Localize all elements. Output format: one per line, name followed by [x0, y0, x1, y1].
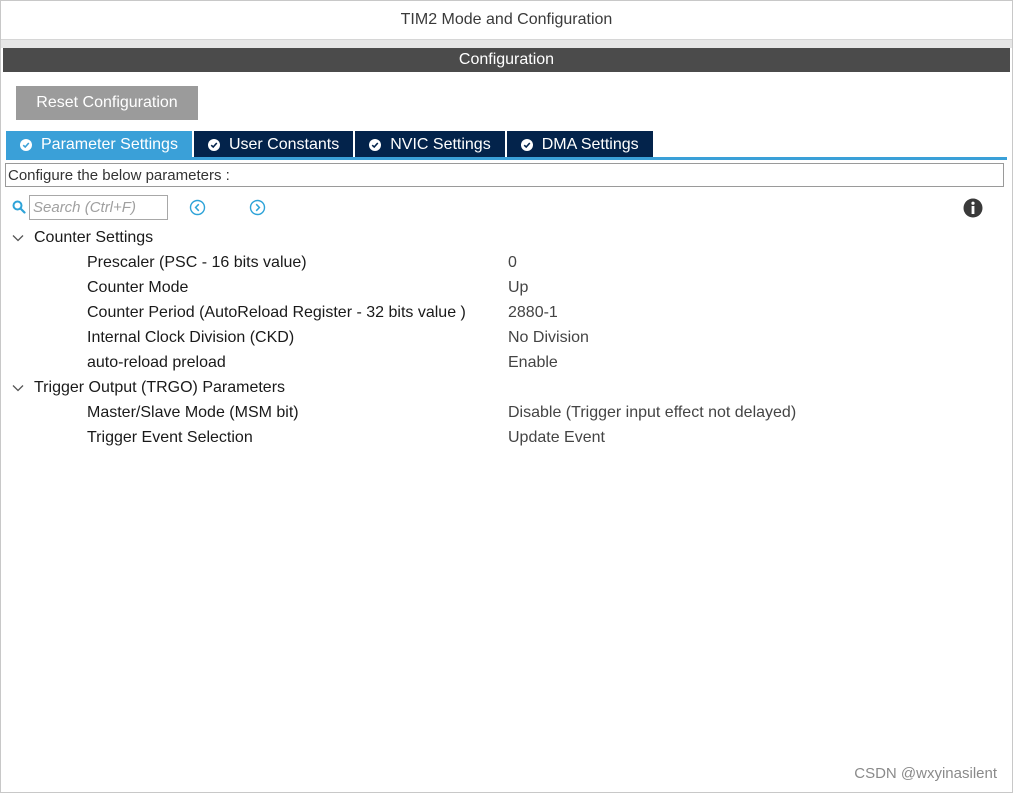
info-icon[interactable] [963, 198, 983, 218]
chevron-down-icon [12, 235, 24, 242]
group-label: Trigger Output (TRGO) Parameters [34, 379, 286, 396]
param-row-master-slave-mode[interactable]: Master/Slave Mode (MSM bit) Disable (Tri… [1, 402, 1001, 424]
param-value: Disable (Trigger input effect not delaye… [508, 404, 797, 421]
group-counter-settings[interactable]: Counter Settings [11, 227, 153, 249]
param-name: Internal Clock Division (CKD) [87, 329, 295, 346]
check-circle-icon [207, 138, 220, 151]
tab-label: Parameter Settings [41, 135, 178, 153]
param-name: Counter Period (AutoReload Register - 32… [87, 304, 466, 321]
tab-dma-settings[interactable]: DMA Settings [506, 131, 653, 158]
param-value: 0 [508, 254, 517, 271]
param-value: No Division [508, 329, 589, 346]
tab-label: DMA Settings [541, 135, 639, 153]
param-name: Master/Slave Mode (MSM bit) [87, 404, 299, 421]
param-value: Update Event [508, 429, 605, 446]
check-circle-icon [369, 138, 382, 151]
chevron-down-icon [12, 385, 24, 392]
window-title: TIM2 Mode and Configuration [1, 1, 1012, 40]
param-value: Enable [508, 354, 558, 371]
watermark: CSDN @wxyinasilent [854, 765, 997, 782]
param-name: Trigger Event Selection [87, 429, 253, 446]
param-row-counter-period[interactable]: Counter Period (AutoReload Register - 32… [1, 302, 1001, 324]
mode-configuration-panel: TIM2 Mode and Configuration Configuratio… [0, 0, 1013, 793]
tab-user-constants[interactable]: User Constants [193, 131, 354, 158]
group-label: Counter Settings [34, 229, 154, 246]
param-value: Up [508, 279, 529, 296]
param-row-trigger-event-selection[interactable]: Trigger Event Selection Update Event [1, 427, 1001, 449]
tab-label: NVIC Settings [390, 135, 491, 153]
configuration-header: Configuration [3, 48, 1010, 72]
param-name: Counter Mode [87, 279, 189, 296]
parameters-description: Configure the below parameters : [5, 163, 1004, 187]
param-row-counter-mode[interactable]: Counter Mode Up [1, 277, 1001, 299]
check-circle-icon [20, 138, 32, 151]
param-row-clock-division[interactable]: Internal Clock Division (CKD) No Divisio… [1, 327, 1001, 349]
param-row-auto-reload-preload[interactable]: auto-reload preload Enable [1, 352, 1001, 374]
param-name: Prescaler (PSC - 16 bits value) [87, 254, 307, 271]
group-trigger-output-parameters[interactable]: Trigger Output (TRGO) Parameters [11, 377, 285, 399]
param-row-prescaler[interactable]: Prescaler (PSC - 16 bits value) 0 [1, 252, 1001, 274]
circle-chevron-right-icon[interactable] [249, 199, 266, 216]
param-name: auto-reload preload [87, 354, 226, 371]
search-input[interactable] [29, 195, 168, 220]
tab-nvic-settings[interactable]: NVIC Settings [355, 131, 505, 158]
title-separator [1, 40, 1012, 48]
tab-bar: Parameter Settings User Constants NVIC S… [6, 131, 655, 158]
tab-underline [6, 157, 1007, 160]
check-circle-icon [520, 138, 533, 151]
param-value: 2880-1 [508, 304, 558, 321]
tab-label: User Constants [228, 135, 340, 153]
circle-chevron-left-icon[interactable] [189, 199, 206, 216]
search-icon [12, 200, 26, 214]
tab-parameter-settings[interactable]: Parameter Settings [6, 131, 192, 158]
reset-configuration-button[interactable]: Reset Configuration [16, 86, 198, 120]
